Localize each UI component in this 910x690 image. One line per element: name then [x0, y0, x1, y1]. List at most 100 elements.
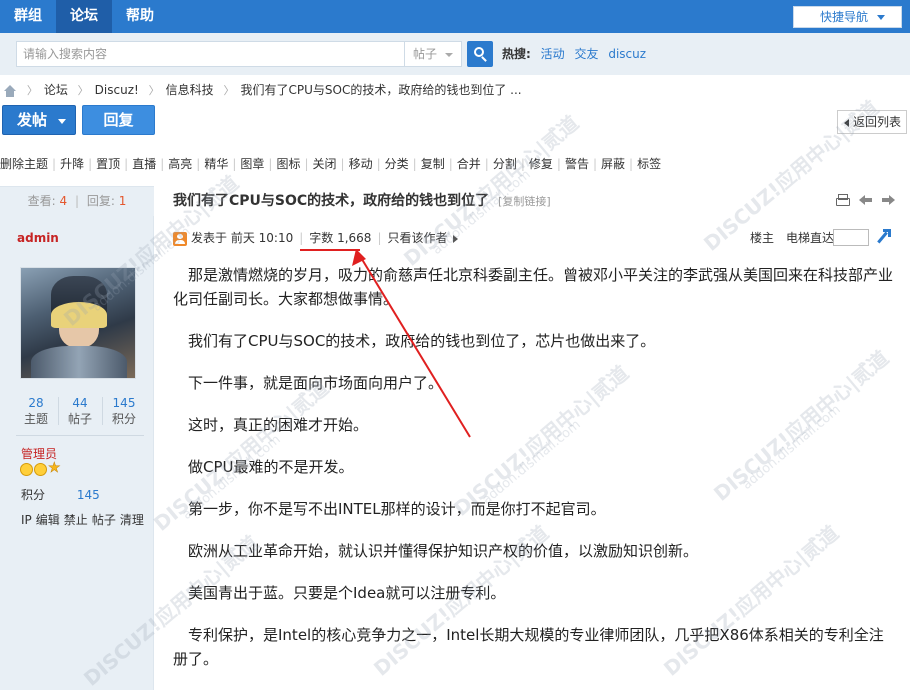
new-post-button[interactable]: 发帖: [2, 105, 76, 135]
floor-jump-input[interactable]: [833, 229, 869, 246]
floor-jump-icon[interactable]: [874, 229, 891, 245]
admin-link-ip[interactable]: IP: [21, 513, 32, 527]
breadcrumb: 〉论坛 〉 Discuz! 〉信息科技 〉我们有了CPU与SOC的技术，政府给的钱…: [0, 80, 522, 100]
post-paragraph: 做CPU最难的不是开发。: [188, 458, 354, 476]
nav-item-groups[interactable]: 群组: [0, 0, 56, 33]
back-to-list-button[interactable]: 返回列表: [837, 110, 907, 134]
quick-nav-button[interactable]: 快捷导航: [793, 6, 902, 28]
admin-links: IP 编辑 禁止 帖子 清理: [21, 511, 148, 528]
chevron-down-icon: [877, 15, 885, 20]
admin-link-posts[interactable]: 帖子: [92, 513, 116, 527]
hot-search-label: 热搜:: [502, 47, 531, 61]
stat-points[interactable]: 145 积分: [104, 395, 144, 427]
search-bar: 请输入搜索内容 帖子 热搜: 活动 交友 discuz: [0, 33, 910, 75]
post-paragraph: 第一步，你不是写不出INTEL那样的设计，而是你打不起官司。: [188, 500, 606, 518]
author-stats: 28 主题 44 帖子 145 积分: [16, 395, 144, 429]
hot-search-link[interactable]: 交友: [574, 47, 598, 61]
floor-label: 楼主: [750, 231, 775, 245]
word-count-highlight: [300, 249, 360, 251]
mod-tool-item[interactable]: 分类: [385, 157, 409, 171]
nav-item-forum[interactable]: 论坛: [56, 0, 112, 33]
thread-tools: [836, 193, 901, 209]
post-paragraph: 这时，真正的困难才开始。: [188, 416, 369, 434]
mod-tool-item[interactable]: 复制: [421, 157, 445, 171]
hot-search-link[interactable]: 活动: [541, 47, 565, 61]
mod-tool-item[interactable]: 关闭: [313, 157, 337, 171]
smiley-icon: [34, 463, 47, 476]
mod-tool-item[interactable]: 置顶: [96, 157, 120, 171]
nav-item-help[interactable]: 帮助: [112, 0, 168, 33]
hot-search-link[interactable]: discuz: [608, 47, 646, 61]
author-sidebar: admin 28 主题 44 帖子 145 积分 管理员 积分 145 IP编辑…: [0, 216, 154, 690]
post-paragraph: 那是激情燃烧的岁月，吸力的俞慈声任北京科委副主任。曾被邓小平关注的李武强从美国回…: [173, 266, 894, 308]
mod-tool-item[interactable]: 警告: [565, 157, 589, 171]
post-meta: 发表于 前天 10:10 | 字数 1,668 | 只看该作者: [173, 229, 458, 247]
chevron-down-icon: [58, 119, 66, 124]
points-row: 积分 145: [21, 488, 100, 502]
breadcrumb-item[interactable]: 论坛: [44, 83, 68, 97]
stat-threads[interactable]: 28 主题: [16, 395, 56, 427]
quick-nav-label: 快捷导航: [820, 10, 869, 24]
hot-searches: 热搜: 活动 交友 discuz: [502, 41, 646, 67]
post-paragraph: 下一件事，就是面向市场面向用户了。: [188, 374, 444, 392]
thread-title: 我们有了CPU与SOC的技术，政府给的钱也到位了 [复制链接]: [173, 191, 551, 211]
user-icon: [173, 231, 187, 246]
word-count: 字数 1,668: [309, 231, 372, 245]
caret-right-icon: [452, 234, 458, 243]
mod-tool-item[interactable]: 直播: [132, 157, 156, 171]
arrow-left-icon: [844, 119, 849, 127]
home-icon[interactable]: [3, 84, 17, 97]
breadcrumb-item: 我们有了CPU与SOC的技术，政府给的钱也到位了 ...: [240, 83, 522, 97]
thread-title-text: 我们有了CPU与SOC的技术，政府给的钱也到位了: [173, 193, 490, 209]
elevator-label: 电梯直达: [786, 231, 835, 245]
copy-link[interactable]: [复制链接]: [498, 195, 551, 208]
next-thread-icon[interactable]: [881, 193, 896, 207]
post-paragraph: 美国青出于蓝。只要是个Idea就可以注册专利。: [188, 584, 506, 602]
mod-tool-item[interactable]: 升降: [60, 157, 84, 171]
smiley-icon: [20, 463, 33, 476]
post-content: 那是激情燃烧的岁月，吸力的俞慈声任北京科委副主任。曾被邓小平关注的李武强从美国回…: [173, 263, 893, 689]
stat-posts[interactable]: 44 帖子: [60, 395, 100, 427]
post-paragraph: 欧洲从工业革命开始，就认识并懂得保护知识产权的价值，以激励知识创新。: [188, 542, 699, 560]
post-paragraph: 我们有了CPU与SOC的技术，政府给的钱也到位了，芯片也做出来了。: [188, 332, 656, 350]
mod-tool-item[interactable]: 修复: [529, 157, 553, 171]
post-time: 发表于 前天 10:10: [191, 231, 294, 245]
mod-tool-item[interactable]: 移动: [349, 157, 373, 171]
mod-tool-item[interactable]: 屏蔽: [601, 157, 625, 171]
search-type-label: 帖子: [413, 47, 438, 61]
previous-thread-icon[interactable]: [858, 193, 873, 207]
admin-link-ban[interactable]: 禁止: [64, 513, 88, 527]
author-name[interactable]: admin: [17, 231, 59, 245]
star-icon: [48, 460, 61, 476]
mod-tool-item[interactable]: 标签: [637, 157, 661, 171]
admin-link-clean[interactable]: 清理: [120, 513, 144, 527]
search-input[interactable]: 请输入搜索内容: [16, 41, 404, 67]
breadcrumb-item[interactable]: 信息科技: [166, 83, 214, 97]
reply-count: 1: [118, 194, 127, 208]
mod-tool-item[interactable]: 合并: [457, 157, 481, 171]
medals: [20, 460, 62, 477]
new-post-label: 发帖: [17, 111, 48, 129]
mod-tool-item[interactable]: 分割: [493, 157, 517, 171]
avatar[interactable]: [20, 267, 136, 379]
mod-tool-item[interactable]: 图标: [276, 157, 300, 171]
mod-tool-item[interactable]: 图章: [240, 157, 264, 171]
search-button[interactable]: [467, 41, 493, 67]
author-only-link[interactable]: 只看该作者: [387, 231, 447, 245]
floor-info: 楼主 电梯直达: [750, 229, 834, 247]
mod-tool-item[interactable]: 删除主题: [0, 157, 48, 171]
breadcrumb-item[interactable]: Discuz!: [95, 83, 139, 97]
printer-icon[interactable]: [836, 193, 850, 207]
search-type-select[interactable]: 帖子: [404, 41, 462, 67]
mod-tool-item[interactable]: 高亮: [168, 157, 192, 171]
thread-stats: 查看: 4 | 回复: 1: [0, 186, 154, 216]
admin-link-edit[interactable]: 编辑: [36, 513, 60, 527]
view-count: 4: [59, 194, 68, 208]
chevron-down-icon: [445, 53, 453, 57]
reply-button[interactable]: 回复: [82, 105, 155, 135]
post-paragraph: 专利保护，是Intel的核心竞争力之一，Intel长期大规模的专业律师团队，几乎…: [173, 626, 884, 668]
back-to-list-label: 返回列表: [853, 115, 902, 129]
moderator-toolbar: 删除主题 | 升降 | 置顶 | 直播 | 高亮 | 精华 | 图章 | 图标 | 关闭 | 移动 | 分类 | 复制 | 合并…: [0, 157, 662, 171]
top-nav: 群组 论坛 帮助 快捷导航: [0, 0, 910, 33]
mod-tool-item[interactable]: 精华: [204, 157, 228, 171]
